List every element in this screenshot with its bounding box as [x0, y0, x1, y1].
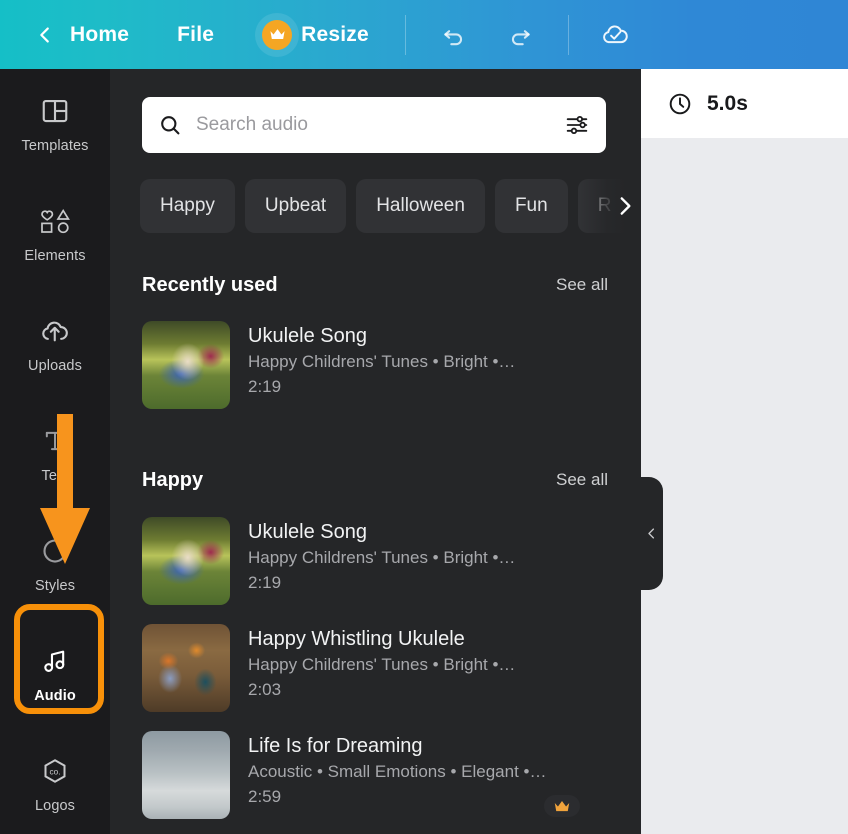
- track-duration: 2:19: [248, 374, 515, 399]
- top-toolbar: Home File Resize: [0, 0, 848, 69]
- track-subtitle: Happy Childrens' Tunes • Bright •…: [248, 349, 515, 374]
- chevron-left-icon: [34, 24, 56, 46]
- search-icon: [158, 113, 182, 137]
- see-all-link[interactable]: See all: [556, 275, 608, 295]
- sidebar-item-label: Audio: [34, 688, 76, 704]
- track-subtitle: Happy Childrens' Tunes • Bright •…: [248, 652, 515, 677]
- track-meta: Ukulele Song Happy Childrens' Tunes • Br…: [248, 517, 515, 613]
- sidebar-item-label: Logos: [35, 798, 75, 814]
- resize-button[interactable]: Resize: [262, 20, 369, 50]
- track-duration: 2:19: [248, 570, 515, 595]
- audio-panel: Happy Upbeat Halloween Fun R Recently us…: [110, 69, 641, 834]
- sidebar-item-uploads[interactable]: Uploads: [0, 289, 110, 399]
- sidebar-item-audio[interactable]: Audio: [0, 619, 110, 729]
- filter-chip-list[interactable]: Happy Upbeat Halloween Fun R: [140, 174, 640, 238]
- undo-icon: [441, 22, 467, 48]
- save-status-button[interactable]: [595, 15, 635, 55]
- file-menu-button[interactable]: File: [177, 23, 214, 47]
- elements-icon: [38, 204, 72, 238]
- track-duration: 2:59: [248, 784, 546, 809]
- track-thumbnail: [142, 624, 230, 712]
- sidebar-item-elements[interactable]: Elements: [0, 179, 110, 289]
- resize-label: Resize: [301, 23, 369, 47]
- track-row[interactable]: Life Is for Dreaming Acoustic • Small Em…: [142, 731, 612, 827]
- toolbar-divider-2: [568, 15, 569, 55]
- sidebar-item-text[interactable]: Text: [0, 399, 110, 509]
- sidebar-item-label: Styles: [35, 578, 75, 594]
- section-header-happy: Happy See all: [142, 467, 608, 493]
- see-all-link[interactable]: See all: [556, 470, 608, 490]
- redo-button[interactable]: [500, 15, 540, 55]
- sidebar-item-label: Templates: [22, 138, 89, 154]
- search-bar[interactable]: [142, 97, 606, 153]
- upload-cloud-icon: [39, 314, 71, 348]
- track-thumbnail: [142, 731, 230, 819]
- clock-icon: [667, 91, 693, 117]
- track-title: Ukulele Song: [248, 519, 515, 545]
- back-button[interactable]: [28, 18, 62, 52]
- sidebar-item-label: Uploads: [28, 358, 82, 374]
- crown-icon: [262, 20, 292, 50]
- section-header-recently-used: Recently used See all: [142, 272, 608, 298]
- duration-toolbar[interactable]: 5.0s: [641, 69, 848, 138]
- styles-icon: [40, 534, 70, 568]
- chevron-left-icon: [644, 526, 659, 541]
- section-title: Recently used: [142, 274, 278, 297]
- track-subtitle: Acoustic • Small Emotions • Elegant •…: [248, 759, 546, 784]
- filter-chip-happy[interactable]: Happy: [140, 179, 235, 233]
- sidebar-item-styles[interactable]: Styles: [0, 509, 110, 619]
- app-root: Home File Resize: [0, 0, 848, 834]
- track-meta: Life Is for Dreaming Acoustic • Small Em…: [248, 731, 546, 827]
- filter-chip-upbeat[interactable]: Upbeat: [245, 179, 346, 233]
- text-icon: [41, 424, 69, 458]
- track-subtitle: Happy Childrens' Tunes • Bright •…: [248, 545, 515, 570]
- track-meta: Ukulele Song Happy Childrens' Tunes • Br…: [248, 321, 515, 417]
- sliders-filter-icon[interactable]: [564, 112, 590, 138]
- track-title: Ukulele Song: [248, 323, 515, 349]
- track-thumbnail: [142, 321, 230, 409]
- logos-icon: co.: [40, 754, 70, 788]
- sidebar-item-label: Text: [42, 468, 69, 484]
- section-title: Happy: [142, 469, 203, 492]
- canvas-area: 5.0s: [641, 69, 848, 834]
- sidebar-item-label: Elements: [24, 248, 85, 264]
- music-note-icon: [41, 644, 69, 678]
- svg-text:co.: co.: [49, 767, 60, 776]
- chevron-right-icon: [612, 193, 638, 219]
- search-input[interactable]: [196, 114, 564, 136]
- track-title: Life Is for Dreaming: [248, 733, 546, 759]
- track-duration: 2:03: [248, 677, 515, 702]
- chips-scroll-next-button[interactable]: [580, 174, 640, 238]
- left-sidebar: Templates Elements Upload: [0, 69, 110, 834]
- home-button[interactable]: Home: [70, 23, 129, 47]
- toolbar-divider-1: [405, 15, 406, 55]
- filter-chip-fun[interactable]: Fun: [495, 179, 568, 233]
- duration-value: 5.0s: [707, 92, 748, 116]
- panel-collapse-handle[interactable]: [641, 477, 663, 590]
- track-row[interactable]: Ukulele Song Happy Childrens' Tunes • Br…: [142, 517, 612, 613]
- templates-icon: [40, 94, 70, 128]
- track-row[interactable]: Happy Whistling Ukulele Happy Childrens'…: [142, 624, 612, 720]
- sidebar-item-templates[interactable]: Templates: [0, 69, 110, 179]
- cloud-check-icon: [600, 20, 630, 50]
- track-title: Happy Whistling Ukulele: [248, 626, 515, 652]
- track-meta: Happy Whistling Ukulele Happy Childrens'…: [248, 624, 515, 720]
- sidebar-item-logos[interactable]: co. Logos: [0, 729, 110, 834]
- filter-chip-halloween[interactable]: Halloween: [356, 179, 485, 233]
- track-row[interactable]: Ukulele Song Happy Childrens' Tunes • Br…: [142, 321, 612, 417]
- undo-button[interactable]: [434, 15, 474, 55]
- redo-icon: [507, 22, 533, 48]
- pro-badge: [544, 795, 580, 817]
- crown-icon: [553, 800, 571, 813]
- track-thumbnail: [142, 517, 230, 605]
